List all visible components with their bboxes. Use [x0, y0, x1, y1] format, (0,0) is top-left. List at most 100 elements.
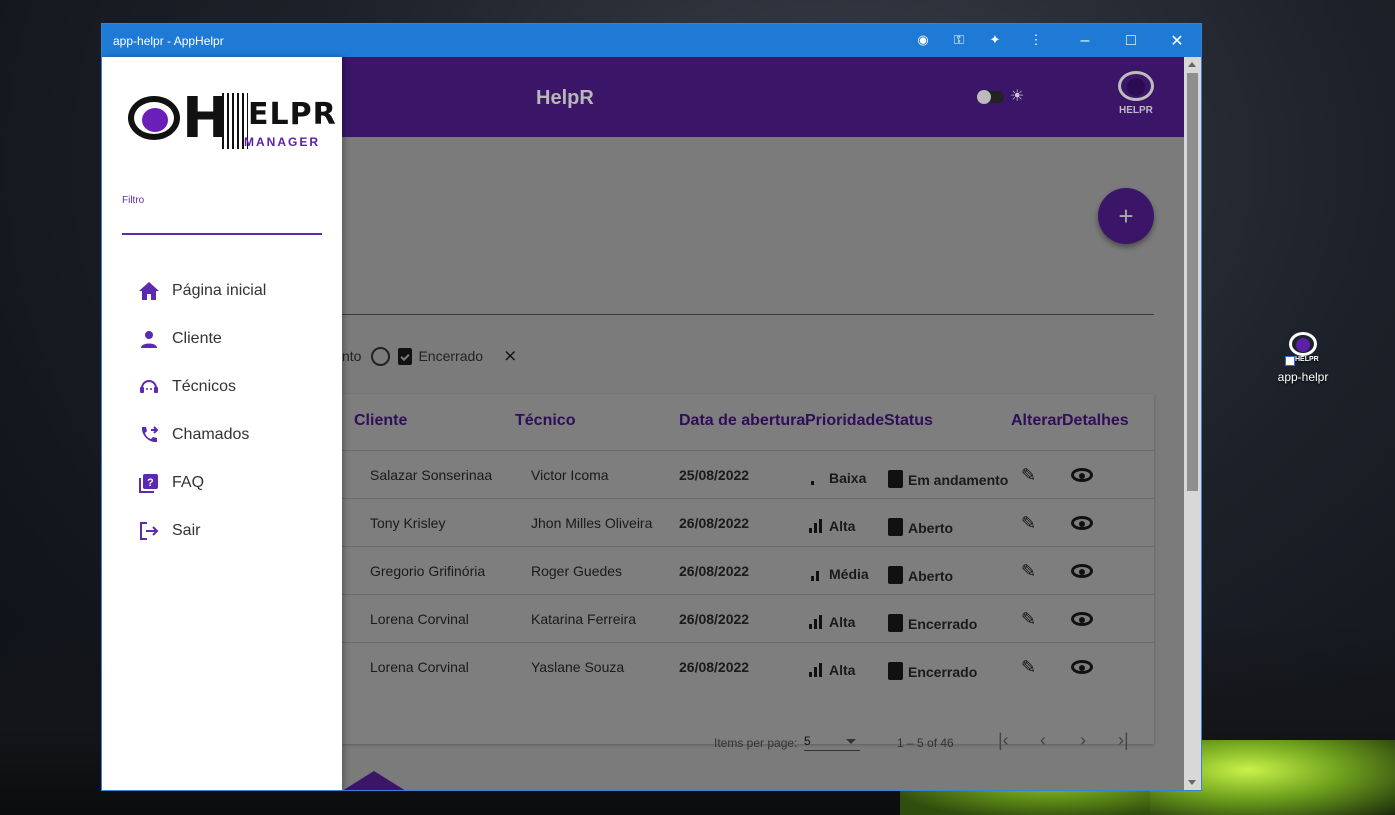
- closed-document-icon: [398, 347, 413, 365]
- helpr-logo-icon: HELPR: [1116, 69, 1156, 121]
- edit-icon[interactable]: ✎: [1021, 561, 1036, 582]
- previous-page-button[interactable]: ‹: [1040, 730, 1046, 751]
- close-button[interactable]: ✕: [1154, 24, 1200, 57]
- desktop-shortcut-label: app-helpr: [1277, 370, 1329, 384]
- edit-icon[interactable]: ✎: [1021, 657, 1036, 678]
- cell-cliente: Tony Krisley: [370, 515, 446, 531]
- app-window: app-helpr - AppHelpr ◉ ⚿ ✦ ⋮ – □ ✕ HelpR…: [102, 24, 1201, 790]
- theme-toggle[interactable]: [977, 90, 1004, 104]
- location-pin-icon[interactable]: ◉: [914, 31, 932, 49]
- minimize-button[interactable]: –: [1062, 24, 1108, 57]
- table-row[interactable]: Salazar Sonserinaa Victor Icoma 25/08/20…: [342, 450, 1154, 498]
- helpr-manager-logo: H ELPR MANAGER: [124, 87, 336, 157]
- cell-prioridade: Média: [809, 566, 869, 582]
- nav-item-label: Página inicial: [172, 282, 267, 299]
- nav-item-label: Técnicos: [172, 378, 237, 395]
- tickets-table: Cliente Técnico Data de abertura Priorid…: [342, 394, 1154, 744]
- task-closed-icon: [888, 614, 903, 632]
- scroll-down-arrow-icon[interactable]: [1188, 780, 1196, 785]
- edit-icon[interactable]: ✎: [1021, 513, 1036, 534]
- view-details-eye-icon[interactable]: [1071, 468, 1093, 482]
- nav-item-label: Sair: [172, 522, 201, 539]
- view-details-eye-icon[interactable]: [1071, 564, 1093, 578]
- scrollbar-thumb[interactable]: [1187, 73, 1198, 491]
- column-header-data-abertura[interactable]: Data de abertura: [679, 412, 805, 430]
- cell-cliente: Lorena Corvinal: [370, 611, 469, 627]
- home-icon: [138, 280, 160, 302]
- column-header-cliente[interactable]: Cliente: [354, 412, 407, 430]
- column-header-tecnico[interactable]: Técnico: [515, 412, 575, 430]
- nav-item-faq[interactable]: ? FAQ: [138, 459, 328, 507]
- nav-item-cliente[interactable]: Cliente: [138, 315, 328, 363]
- cell-status: Encerrado: [888, 662, 977, 680]
- key-icon[interactable]: ⚿: [950, 31, 968, 49]
- nav-item-tecnicos[interactable]: Técnicos: [138, 363, 328, 411]
- window-titlebar[interactable]: app-helpr - AppHelpr ◉ ⚿ ✦ ⋮ – □ ✕: [102, 24, 1201, 57]
- vertical-scrollbar[interactable]: [1184, 57, 1201, 790]
- cell-tecnico: Katarina Ferreira: [531, 611, 637, 627]
- filter-option-in-progress-label[interactable]: nto: [342, 348, 361, 364]
- nav-item-label: Chamados: [172, 426, 250, 443]
- table-row[interactable]: Gregorio Grifinória Roger Guedes 26/08/2…: [342, 546, 1154, 594]
- nav-item-label: FAQ: [172, 474, 205, 491]
- column-header-detalhes: Detalhes: [1062, 412, 1129, 429]
- add-ticket-fab-button[interactable]: +: [1098, 188, 1154, 244]
- nav-item-sair[interactable]: Sair: [138, 507, 328, 555]
- priority-medium-icon: [809, 567, 825, 581]
- cell-data: 26/08/2022: [679, 563, 750, 579]
- desktop-shortcut-app-helpr[interactable]: HELPR app-helpr: [1270, 330, 1336, 384]
- table-row[interactable]: Lorena Corvinal Yaslane Souza 26/08/2022…: [342, 642, 1154, 690]
- help-box-icon: ?: [138, 472, 160, 494]
- cell-tecnico: Victor Icoma: [531, 467, 609, 483]
- priority-high-icon: [809, 663, 825, 677]
- column-header-prioridade[interactable]: Prioridade: [805, 412, 884, 430]
- cell-prioridade: Baixa: [809, 470, 866, 486]
- first-page-button[interactable]: |‹: [998, 730, 1009, 751]
- clear-filter-icon[interactable]: ⨯: [503, 346, 517, 366]
- decorative-shape: [342, 771, 406, 790]
- cell-prioridade: Alta: [809, 614, 855, 630]
- extension-puzzle-icon[interactable]: ✦: [986, 31, 1004, 49]
- svg-text:?: ?: [147, 477, 154, 489]
- person-icon: [138, 328, 160, 350]
- column-header-alterar: Alterar: [1011, 412, 1063, 429]
- nav-item-pagina-inicial[interactable]: Página inicial: [138, 267, 328, 315]
- cell-tecnico: Jhon Milles Oliveira: [531, 515, 653, 531]
- priority-high-icon: [809, 519, 825, 533]
- cell-prioridade: Alta: [809, 518, 855, 534]
- edit-icon[interactable]: ✎: [1021, 465, 1036, 486]
- logo-main-text: ELPR: [248, 97, 337, 132]
- edit-icon[interactable]: ✎: [1021, 609, 1036, 630]
- view-details-eye-icon[interactable]: [1071, 612, 1093, 626]
- view-details-eye-icon[interactable]: [1071, 516, 1093, 530]
- cell-data: 26/08/2022: [679, 611, 750, 627]
- window-title: app-helpr - AppHelpr: [113, 34, 224, 48]
- table-row[interactable]: Lorena Corvinal Katarina Ferreira 26/08/…: [342, 594, 1154, 642]
- cell-tecnico: Yaslane Souza: [531, 659, 625, 675]
- view-details-eye-icon[interactable]: [1071, 660, 1093, 674]
- next-page-button[interactable]: ›: [1080, 730, 1086, 751]
- filter-closed-radio[interactable]: [371, 346, 391, 366]
- headset-dot: [142, 108, 168, 132]
- side-nav-drawer: H ELPR MANAGER Filtro Página inicial Cli…: [102, 57, 342, 790]
- column-header-status[interactable]: Status: [884, 412, 933, 430]
- filter-closed-label[interactable]: Encerrado: [418, 348, 483, 364]
- maximize-button[interactable]: □: [1108, 24, 1154, 57]
- more-vert-icon[interactable]: ⋮: [1027, 31, 1045, 49]
- last-page-button[interactable]: ›|: [1118, 730, 1129, 751]
- task-closed-icon: [888, 662, 903, 680]
- cell-prioridade: Alta: [809, 662, 855, 678]
- cell-status: Aberto: [888, 518, 953, 536]
- filter-input[interactable]: [122, 209, 322, 235]
- sun-icon: ☀: [1010, 88, 1025, 105]
- nav-item-chamados[interactable]: Chamados: [138, 411, 328, 459]
- cell-data: 26/08/2022: [679, 659, 750, 675]
- page-size-select[interactable]: 5: [804, 734, 860, 751]
- items-per-page-label: Items per page:: [714, 736, 798, 750]
- paginator: Items per page: 5 1 – 5 of 46 |‹ ‹ › ›|: [342, 708, 1154, 764]
- table-row[interactable]: Tony Krisley Jhon Milles Oliveira 26/08/…: [342, 498, 1154, 546]
- divider: [342, 314, 1154, 315]
- cell-tecnico: Roger Guedes: [531, 563, 623, 579]
- scroll-up-arrow-icon[interactable]: [1188, 62, 1196, 67]
- logo-sub-text: MANAGER: [244, 135, 320, 149]
